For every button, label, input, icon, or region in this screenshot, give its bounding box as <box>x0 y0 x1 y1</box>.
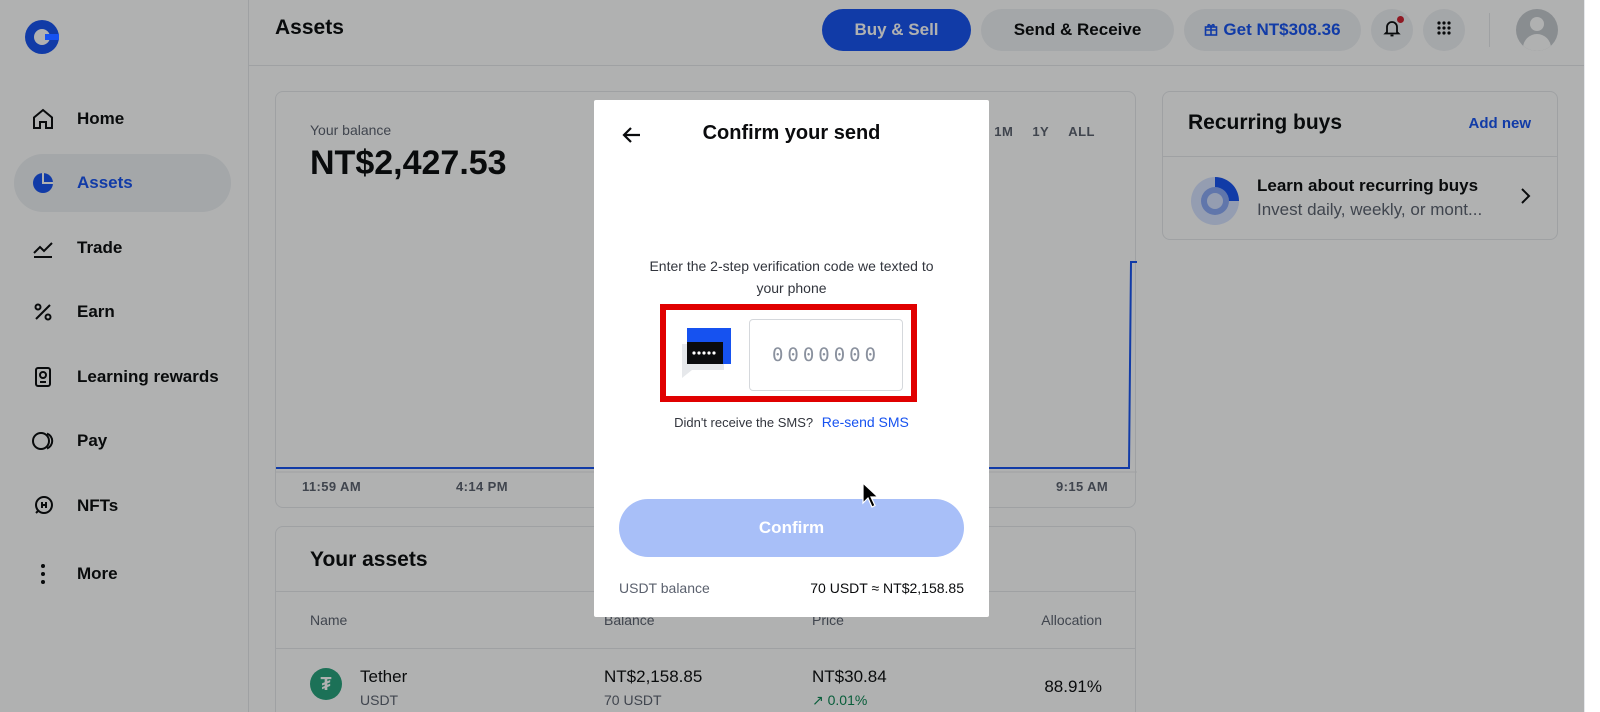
verification-code-input[interactable] <box>749 319 903 391</box>
confirm-send-modal: Confirm your send Enter the 2-step verif… <box>594 100 989 617</box>
resend-sms-link[interactable]: Re-send SMS <box>822 414 909 430</box>
modal-title: Confirm your send <box>702 122 881 144</box>
confirm-button[interactable]: Confirm <box>619 499 964 557</box>
sms-prompt: Didn't receive the SMS? <box>674 415 814 430</box>
verification-instructions: Enter the 2-step verification code we te… <box>649 258 934 296</box>
sms-resend-line: Didn't receive the SMS? Re-send SMS <box>594 414 989 430</box>
mouse-cursor-icon <box>862 482 880 508</box>
usdt-balance-label: USDT balance <box>619 580 710 596</box>
scrollbar[interactable] <box>1584 0 1600 712</box>
sms-chat-icon <box>680 328 731 378</box>
usdt-balance-value: 70 USDT ≈ NT$2,158.85 <box>810 580 964 596</box>
